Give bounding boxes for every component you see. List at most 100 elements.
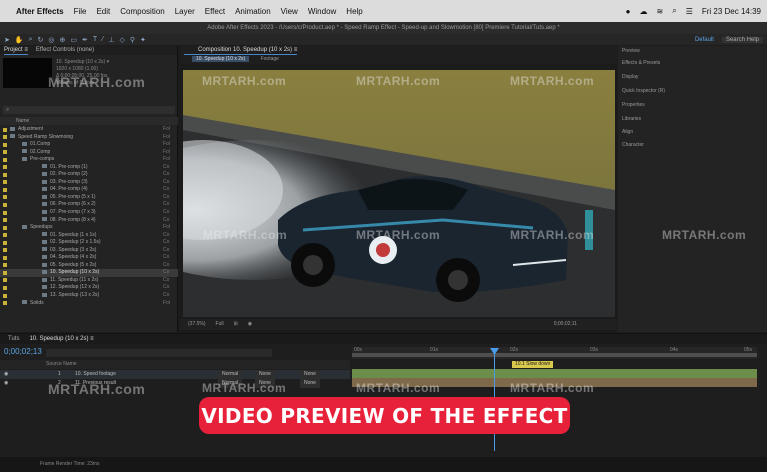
label-color-swatch[interactable]	[3, 293, 7, 298]
label-color-swatch[interactable]	[3, 248, 7, 253]
layer-parent-dropdown[interactable]: None	[300, 379, 320, 388]
label-color-swatch[interactable]	[3, 240, 7, 245]
panel-align[interactable]: Align	[622, 129, 633, 135]
project-search-input[interactable]: ⌕	[3, 106, 175, 114]
project-item[interactable]: 02. Pre-comp (2) Co	[0, 171, 178, 179]
workspace-default[interactable]: Default	[695, 37, 714, 43]
project-item[interactable]: Speed Ramp Slowmoing Fol	[0, 134, 178, 142]
label-color-swatch[interactable]	[3, 202, 7, 207]
menu-app-name[interactable]: After Effects	[16, 7, 64, 16]
label-color-swatch[interactable]	[3, 210, 7, 215]
creative-cloud-icon[interactable]: ☁	[640, 7, 648, 16]
search-icon[interactable]: ⌕	[672, 6, 676, 16]
layer-mode-dropdown[interactable]: Normal	[218, 379, 243, 388]
camera-snapshot-icon[interactable]: ◉	[248, 319, 252, 330]
stamp-tool-icon[interactable]: ⊥	[108, 36, 114, 44]
label-color-swatch[interactable]	[3, 127, 7, 132]
project-item[interactable]: Solids Fol	[0, 300, 178, 308]
clock[interactable]: Fri 23 Dec 14:39	[702, 7, 761, 16]
text-tool-icon[interactable]: T	[93, 36, 97, 43]
resolution-dropdown[interactable]: Full	[216, 319, 224, 330]
zoom-dropdown[interactable]: (37.5%)	[188, 319, 206, 330]
panel-libraries[interactable]: Libraries	[622, 116, 641, 122]
shape-tool-icon[interactable]: ▭	[70, 36, 77, 44]
project-item[interactable]: 11. Speedup (11 x 2s) Co	[0, 277, 178, 285]
wifi-icon[interactable]: ≋	[657, 7, 664, 16]
project-item[interactable]: 01. Pre-comp (1) Co	[0, 164, 178, 172]
label-color-swatch[interactable]	[3, 195, 7, 200]
layer-duration-bar[interactable]	[352, 369, 757, 378]
layer-trkmat-dropdown[interactable]: None	[255, 370, 275, 379]
tab-effect-controls[interactable]: Effect Controls (none)	[36, 46, 94, 55]
menu-edit[interactable]: Edit	[96, 7, 110, 16]
panel-quick-inspector[interactable]: Quick Inspector (R)	[622, 88, 665, 94]
label-color-swatch[interactable]	[3, 157, 7, 162]
timeline-search-input[interactable]	[46, 349, 272, 357]
tab-timeline-tuts[interactable]: Tuts	[8, 334, 19, 344]
subtab-comp[interactable]: 10. Speedup (10 x 2s)	[192, 56, 250, 62]
menu-view[interactable]: View	[281, 7, 298, 16]
layer-parent-dropdown[interactable]: None	[300, 370, 320, 379]
project-item[interactable]: 10. Speedup (10 x 2s) Co	[0, 269, 178, 277]
menu-file[interactable]: File	[74, 7, 87, 16]
label-color-swatch[interactable]	[3, 233, 7, 238]
project-item[interactable]: Speedups Fol	[0, 224, 178, 232]
label-color-swatch[interactable]	[3, 270, 7, 275]
project-item[interactable]: 02. Speedup (2 x 1.5s) Co	[0, 239, 178, 247]
menu-animation[interactable]: Animation	[235, 7, 271, 16]
eraser-tool-icon[interactable]: ◇	[119, 36, 124, 44]
pan-tool-icon[interactable]: ⊕	[60, 36, 66, 44]
label-color-swatch[interactable]	[3, 301, 7, 306]
label-color-swatch[interactable]	[3, 218, 7, 223]
layer-name[interactable]: 11. Previous result	[75, 379, 116, 388]
roto-tool-icon[interactable]: ⚲	[130, 36, 135, 44]
project-item[interactable]: 01.Comp Fol	[0, 141, 178, 149]
panel-properties[interactable]: Properties	[622, 102, 645, 108]
timeline-layer-row[interactable]: ◉ 1 10. Speed footage Normal None None	[0, 370, 350, 379]
project-item[interactable]: 06. Pre-comp (6 x 2) Co	[0, 201, 178, 209]
project-item[interactable]: 04. Speedup (4 x 2s) Co	[0, 254, 178, 262]
label-color-swatch[interactable]	[3, 225, 7, 230]
record-icon[interactable]: ●	[626, 7, 631, 16]
current-time-display[interactable]: 0;00;02;11	[554, 319, 577, 330]
panel-display[interactable]: Display	[622, 74, 638, 80]
label-color-swatch[interactable]	[3, 142, 7, 147]
menu-layer[interactable]: Layer	[175, 7, 195, 16]
tab-project[interactable]: Project ≡	[4, 46, 28, 55]
tab-composition[interactable]: Composition 10. Speedup (10 x 2s) ≡	[184, 46, 298, 55]
comp-marker[interactable]: 10.1 Slow down	[512, 361, 554, 368]
menu-help[interactable]: Help	[346, 7, 362, 16]
project-item[interactable]: 03. Speedup (3 x 2s) Co	[0, 247, 178, 255]
pen-tool-icon[interactable]: ✒	[82, 36, 88, 44]
menu-window[interactable]: Window	[308, 7, 336, 16]
hand-tool-icon[interactable]: ✋	[15, 36, 24, 44]
label-color-swatch[interactable]	[3, 150, 7, 155]
zoom-tool-icon[interactable]: ⌕	[29, 36, 33, 44]
timeline-layer-row[interactable]: ◉ 2 11. Previous result Normal None None	[0, 379, 350, 388]
selection-tool-icon[interactable]: ➤	[4, 36, 10, 44]
project-item[interactable]: 05. Pre-comp (5 x 1) Co	[0, 194, 178, 202]
menu-effect[interactable]: Effect	[205, 7, 225, 16]
layer-trkmat-dropdown[interactable]: None	[255, 379, 275, 388]
project-item[interactable]: Adjustment Fol	[0, 126, 178, 134]
layer-name[interactable]: 10. Speed footage	[75, 370, 116, 379]
subtab-footage[interactable]: Footage	[261, 56, 279, 62]
label-color-swatch[interactable]	[3, 285, 7, 290]
project-item[interactable]: 05. Speedup (5 x 2s) Co	[0, 262, 178, 270]
camera-tool-icon[interactable]: ◎	[48, 36, 54, 44]
project-column-header[interactable]: Name	[0, 117, 178, 125]
layer-column-header[interactable]: Source Name	[0, 360, 350, 369]
rotate-tool-icon[interactable]: ↻	[38, 36, 44, 44]
panel-effects-presets[interactable]: Effects & Presets	[622, 60, 660, 66]
menu-composition[interactable]: Composition	[120, 7, 164, 16]
layer-duration-bar[interactable]	[352, 378, 757, 387]
work-area-bar[interactable]	[352, 353, 757, 357]
project-item[interactable]: 04. Pre-comp (4) Co	[0, 186, 178, 194]
visibility-icon[interactable]: ◉	[4, 379, 8, 388]
project-item[interactable]: 08. Pre-comp (8 x 4) Co	[0, 217, 178, 225]
composition-video-frame[interactable]	[183, 70, 615, 317]
panel-character[interactable]: Character	[622, 142, 644, 148]
label-color-swatch[interactable]	[3, 263, 7, 268]
label-color-swatch[interactable]	[3, 180, 7, 185]
layer-mode-dropdown[interactable]: Normal	[218, 370, 243, 379]
